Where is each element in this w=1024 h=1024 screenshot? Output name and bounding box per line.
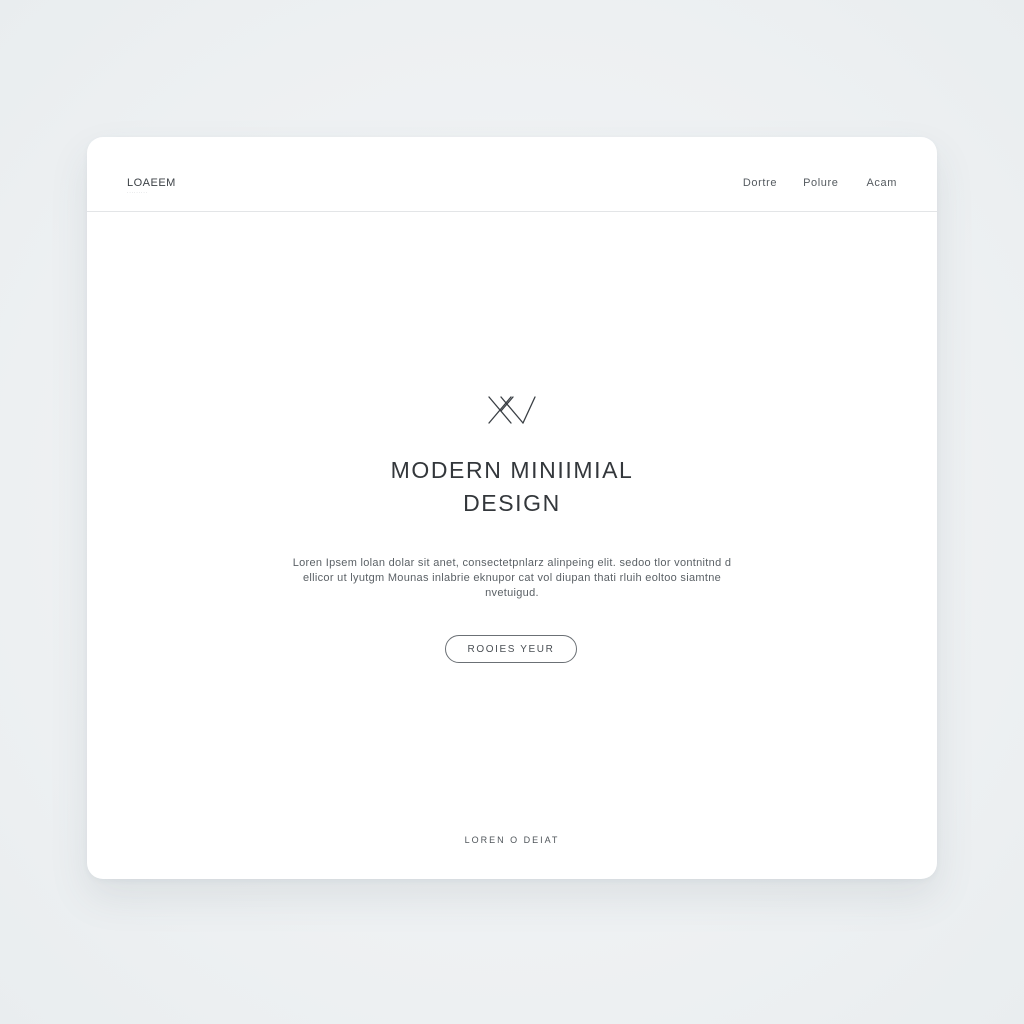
hero-title-line-1: MODERN MINIIMIAL: [390, 457, 634, 483]
hero-section: MODERN MINIIMIAL DESIGN Loren Ipsem lola…: [87, 137, 937, 879]
footer-text: LOREN O DEIAT: [464, 835, 560, 845]
hero-title: MODERN MINIIMIAL DESIGN: [87, 454, 937, 520]
hero-description: Loren Ipsem lolan dolar sit anet, consec…: [292, 557, 732, 599]
cta-button[interactable]: ROOIES YEUR: [445, 635, 577, 663]
hero-title-line-2: DESIGN: [463, 490, 561, 516]
website-card: LOAEEM ········· Dortre Polure Acam MODE…: [87, 137, 937, 879]
crossed-lines-logo-icon: [488, 396, 536, 424]
